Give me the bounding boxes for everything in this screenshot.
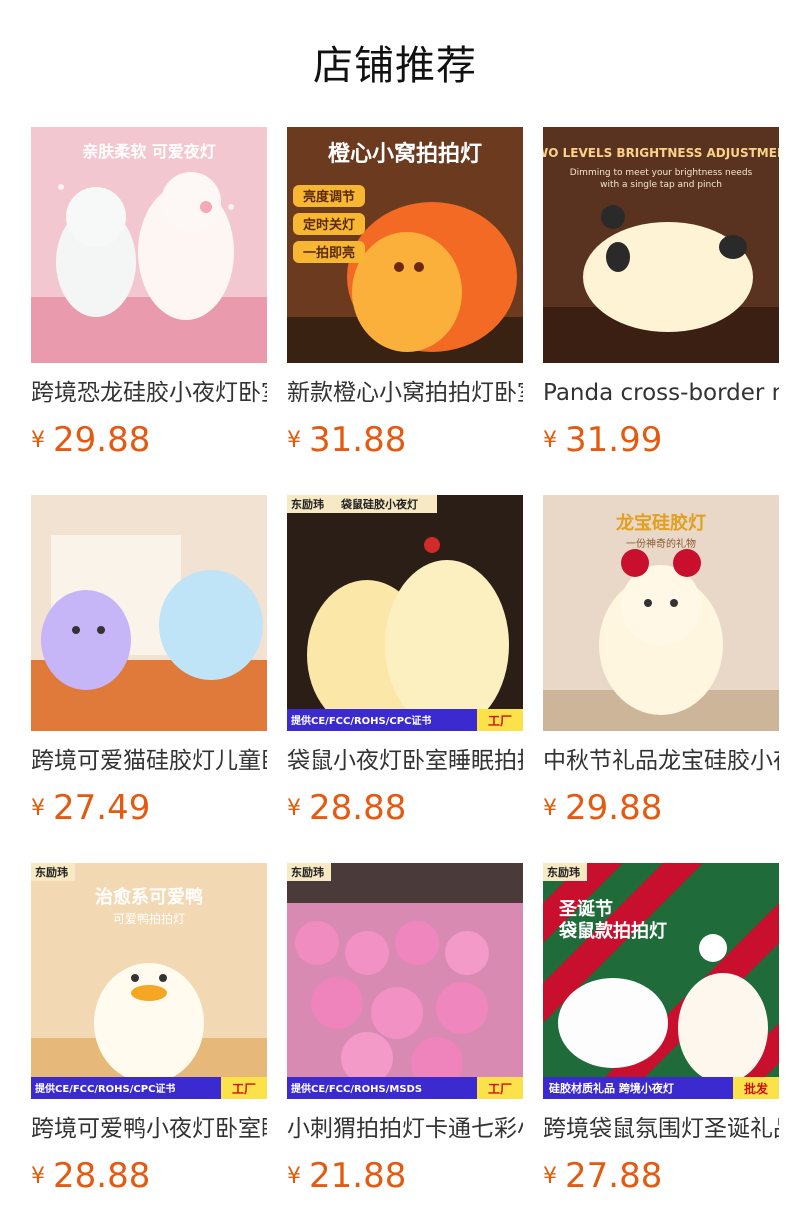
- product-price: ¥28.88: [31, 1151, 267, 1201]
- cert-banner: 提供CE/FCC/ROHS/CPC证书: [35, 1082, 175, 1095]
- wholesale-badge: 批发: [744, 1081, 769, 1096]
- price-value: 29.88: [565, 788, 663, 828]
- cert-banner: 提供CE/FCC/ROHS/MSDS: [291, 1082, 422, 1095]
- product-price: ¥27.88: [543, 1151, 779, 1201]
- image-caption: 圣诞节: [558, 898, 613, 920]
- cert-banner: 硅胶材质礼品 跨境小夜灯: [549, 1081, 674, 1095]
- price-value: 21.88: [309, 1156, 407, 1196]
- price-value: 29.88: [53, 420, 151, 460]
- factory-badge: 工厂: [488, 714, 512, 728]
- product-image[interactable]: 龙宝硅胶灯 一份神奇的礼物: [543, 495, 779, 731]
- price-value: 28.88: [53, 1156, 151, 1196]
- product-card[interactable]: 东励玮 治愈系可爱鸭 可爱鸭拍拍灯 提供CE/FCC/ROHS/CPC证书 工厂…: [31, 863, 267, 1203]
- currency-symbol: ¥: [31, 796, 45, 821]
- product-price: ¥31.99: [543, 415, 779, 465]
- product-price: ¥29.88: [543, 783, 779, 833]
- product-card[interactable]: 龙宝硅胶灯 一份神奇的礼物 中秋节礼品龙宝硅胶小夜灯 ¥29.88: [543, 495, 779, 835]
- image-caption: 橙心小窝拍拍灯: [328, 141, 482, 167]
- product-title[interactable]: 跨境袋鼠氛围灯圣诞礼品: [543, 1112, 779, 1146]
- feature-label: 亮度调节: [303, 189, 355, 205]
- product-price: ¥29.88: [31, 415, 267, 465]
- cert-banner: 提供CE/FCC/ROHS/CPC证书: [291, 714, 431, 727]
- currency-symbol: ¥: [543, 796, 557, 821]
- product-price: ¥27.49: [31, 783, 267, 833]
- currency-symbol: ¥: [543, 428, 557, 453]
- currency-symbol: ¥: [31, 428, 45, 453]
- image-caption: 一份神奇的礼物: [626, 537, 696, 550]
- product-title[interactable]: 新款橙心小窝拍拍灯卧室睡眠: [287, 376, 523, 410]
- image-caption: with a single tap and pinch: [600, 180, 722, 190]
- product-card[interactable]: TWO LEVELS BRIGHTNESS ADJUSTMENT Dimming…: [543, 127, 779, 467]
- image-caption: 龙宝硅胶灯: [616, 512, 706, 534]
- factory-badge: 工厂: [488, 1082, 512, 1096]
- product-title[interactable]: 小刺猬拍拍灯卡通七彩小夜灯: [287, 1112, 523, 1146]
- feature-label: 一拍即亮: [303, 245, 355, 261]
- product-card[interactable]: 东励玮 提供CE/FCC/ROHS/MSDS 工厂 小刺猬拍拍灯卡通七彩小夜灯 …: [287, 863, 523, 1203]
- image-caption: 袋鼠硅胶小夜灯: [340, 497, 418, 511]
- brand-label: 东励玮: [547, 865, 580, 879]
- brand-label: 东励玮: [35, 865, 68, 879]
- product-grid: 亲肤柔软 可爱夜灯 跨境恐龙硅胶小夜灯卧室睡眠 ¥29.88 橙心小窝拍拍灯 亮…: [0, 0, 790, 1232]
- product-title[interactable]: Panda cross-border night light: [543, 376, 779, 410]
- feature-label: 定时关灯: [302, 217, 355, 233]
- brand-label: 东励玮: [291, 497, 324, 511]
- product-card[interactable]: 东励玮 袋鼠硅胶小夜灯 提供CE/FCC/ROHS/CPC证书 工厂 袋鼠小夜灯…: [287, 495, 523, 835]
- product-title[interactable]: 跨境恐龙硅胶小夜灯卧室睡眠: [31, 376, 267, 410]
- image-caption: Dimming to meet your brightness needs: [570, 168, 753, 178]
- product-image[interactable]: [31, 495, 267, 731]
- product-card[interactable]: 跨境可爱猫硅胶灯儿童卧室 ¥27.49: [31, 495, 267, 835]
- product-title[interactable]: 跨境可爱猫硅胶灯儿童卧室: [31, 744, 267, 778]
- product-card[interactable]: 橙心小窝拍拍灯 亮度调节 定时关灯 一拍即亮 新款橙心小窝拍拍灯卧室睡眠 ¥31…: [287, 127, 523, 467]
- product-image[interactable]: 东励玮 袋鼠硅胶小夜灯 提供CE/FCC/ROHS/CPC证书 工厂: [287, 495, 523, 731]
- product-price: ¥21.88: [287, 1151, 523, 1201]
- price-value: 28.88: [309, 788, 407, 828]
- image-caption: 袋鼠款拍拍灯: [558, 920, 667, 942]
- product-title[interactable]: 跨境可爱鸭小夜灯卧室睡眠: [31, 1112, 267, 1146]
- product-title[interactable]: 中秋节礼品龙宝硅胶小夜灯: [543, 744, 779, 778]
- image-caption: TWO LEVELS BRIGHTNESS ADJUSTMENT: [543, 146, 779, 160]
- product-card[interactable]: 亲肤柔软 可爱夜灯 跨境恐龙硅胶小夜灯卧室睡眠 ¥29.88: [31, 127, 267, 467]
- image-caption: 可爱鸭拍拍灯: [113, 911, 185, 926]
- product-image[interactable]: 东励玮 治愈系可爱鸭 可爱鸭拍拍灯 提供CE/FCC/ROHS/CPC证书 工厂: [31, 863, 267, 1099]
- brand-label: 东励玮: [291, 865, 324, 879]
- product-image[interactable]: 亲肤柔软 可爱夜灯: [31, 127, 267, 363]
- currency-symbol: ¥: [31, 1164, 45, 1189]
- price-value: 31.99: [565, 420, 663, 460]
- factory-badge: 工厂: [232, 1082, 256, 1096]
- price-value: 27.49: [53, 788, 151, 828]
- product-image[interactable]: TWO LEVELS BRIGHTNESS ADJUSTMENT Dimming…: [543, 127, 779, 363]
- product-title[interactable]: 袋鼠小夜灯卧室睡眠拍拍灯: [287, 744, 523, 778]
- image-caption: 治愈系可爱鸭: [95, 886, 203, 908]
- product-card[interactable]: 东励玮 圣诞节 袋鼠款拍拍灯 硅胶材质礼品 跨境小夜灯 批发 跨境袋鼠氛围灯圣诞…: [543, 863, 779, 1203]
- product-image[interactable]: 东励玮 圣诞节 袋鼠款拍拍灯 硅胶材质礼品 跨境小夜灯 批发: [543, 863, 779, 1099]
- currency-symbol: ¥: [543, 1164, 557, 1189]
- currency-symbol: ¥: [287, 1164, 301, 1189]
- currency-symbol: ¥: [287, 428, 301, 453]
- product-price: ¥28.88: [287, 783, 523, 833]
- product-image[interactable]: 橙心小窝拍拍灯 亮度调节 定时关灯 一拍即亮: [287, 127, 523, 363]
- currency-symbol: ¥: [287, 796, 301, 821]
- image-caption: 亲肤柔软 可爱夜灯: [82, 142, 216, 161]
- price-value: 27.88: [565, 1156, 663, 1196]
- price-value: 31.88: [309, 420, 407, 460]
- product-price: ¥31.88: [287, 415, 523, 465]
- product-image[interactable]: 东励玮 提供CE/FCC/ROHS/MSDS 工厂: [287, 863, 523, 1099]
